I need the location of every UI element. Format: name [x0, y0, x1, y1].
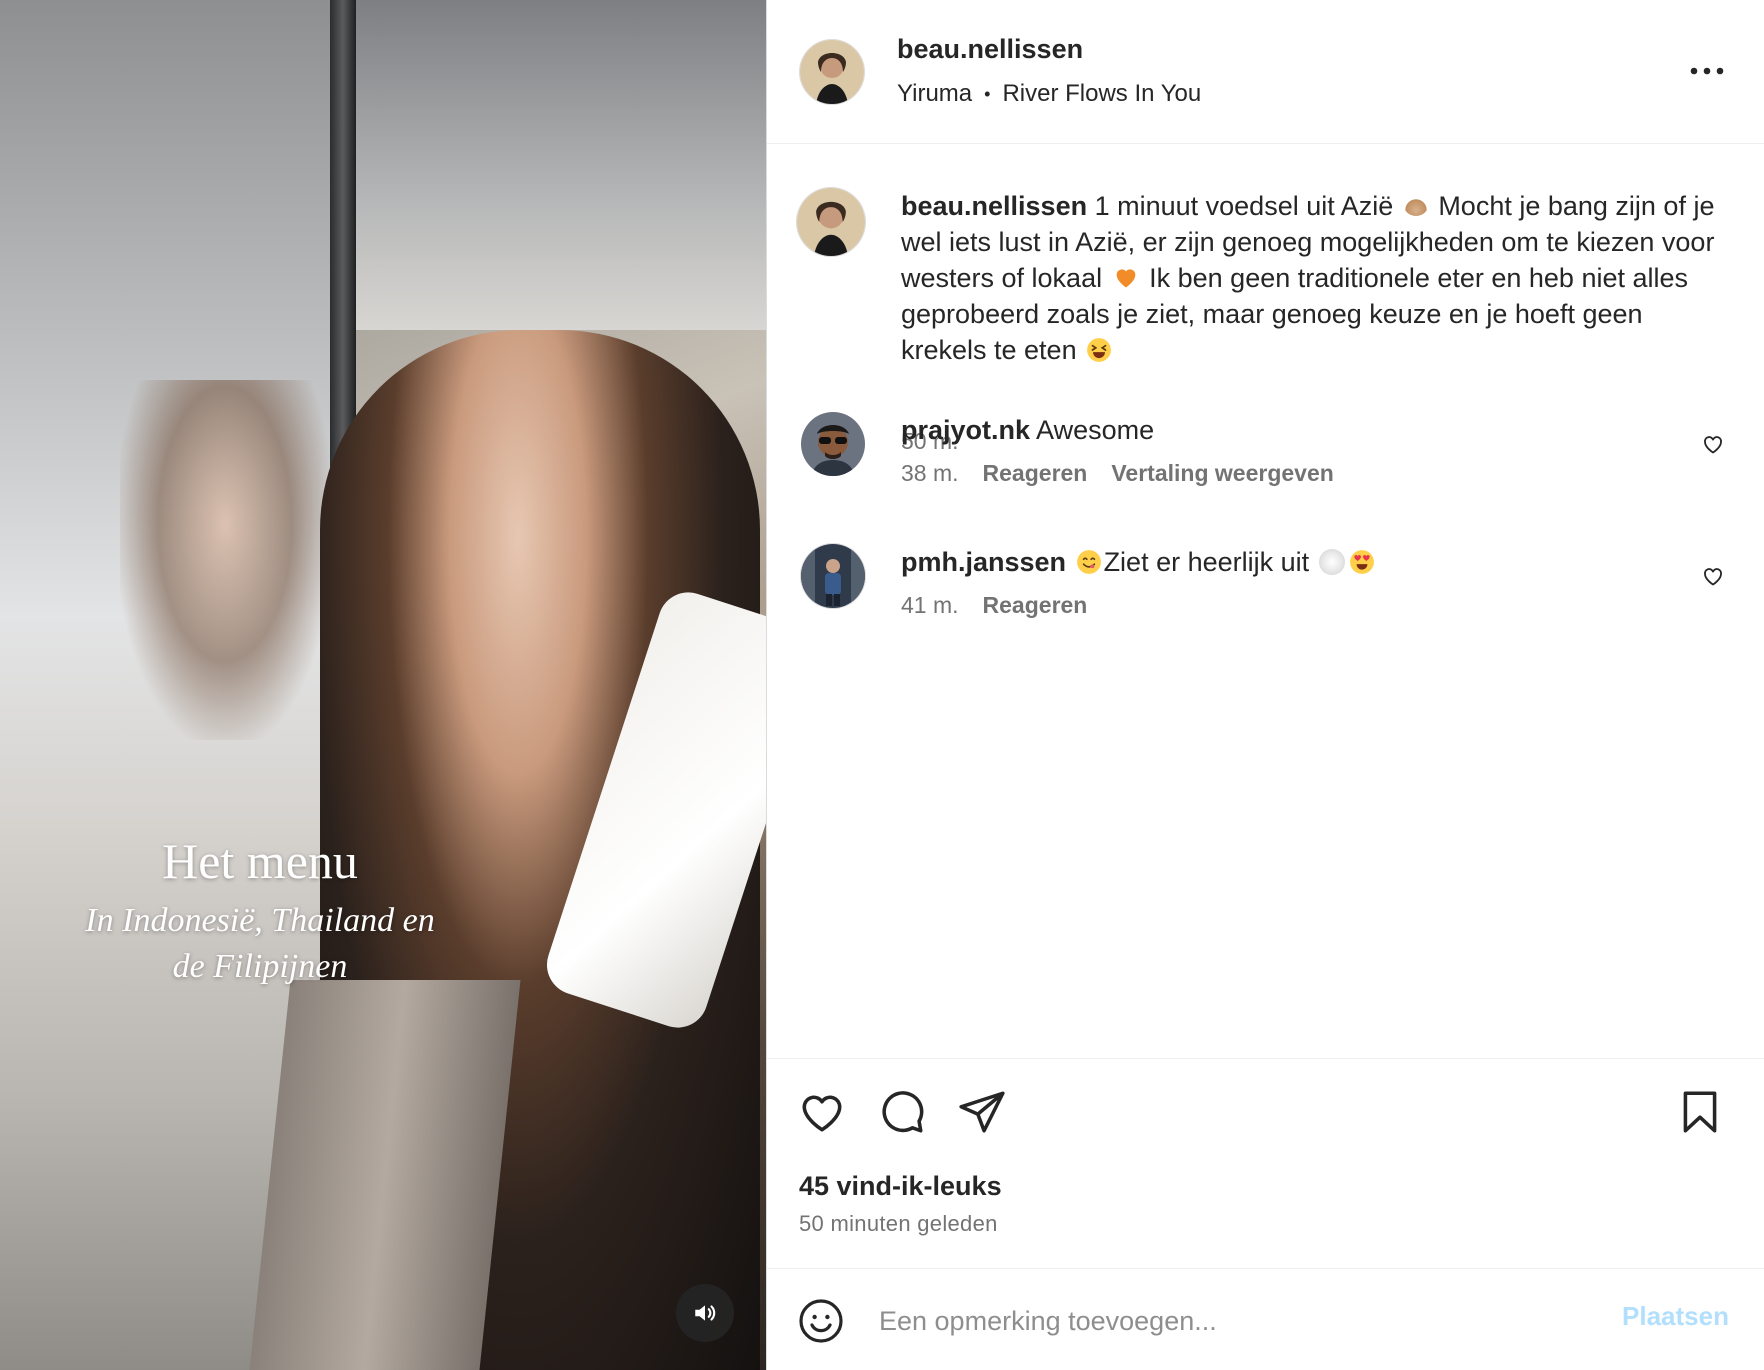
- comment-username[interactable]: pmh.janssen: [901, 547, 1066, 577]
- video-overlay-subtitle-line2: de Filipijnen: [172, 948, 348, 985]
- commenter-avatar-image: [801, 412, 865, 476]
- like-count[interactable]: 45 vind-ik-leuks: [799, 1171, 1002, 1202]
- window-reflection: [120, 380, 330, 740]
- comment-like-heart-icon[interactable]: [1701, 564, 1725, 588]
- show-translation-button[interactable]: Vertaling weergeven: [1111, 460, 1333, 487]
- author-username[interactable]: beau.nellissen: [897, 34, 1083, 65]
- caption-part-1: 1 minuut voedsel uit Azië: [1094, 191, 1394, 221]
- caption-author-avatar[interactable]: [797, 188, 865, 256]
- comment-text: prajyot.nk Awesome: [901, 412, 1154, 448]
- comment-body: Ziet er heerlijk uit: [1103, 547, 1310, 577]
- comment-item: pmh.janssen Ziet er heerlijk uit 41 m. R…: [797, 544, 1737, 644]
- yum-emoji-icon: [1076, 550, 1101, 574]
- comment-meta: 38 m. Reageren Vertaling weergeven: [901, 460, 1334, 487]
- video-overlay-subtitle: In Indonesië, Thailand en de Filipijnen: [40, 898, 480, 990]
- mute-toggle-button[interactable]: [676, 1284, 734, 1342]
- comments-list[interactable]: beau.nellissen 1 minuut voedsel uit Azië…: [767, 144, 1764, 1058]
- comment-body: Awesome: [1036, 415, 1155, 445]
- audio-separator: •: [984, 83, 991, 104]
- video-overlay-subtitle-line1: In Indonesië, Thailand en: [85, 902, 435, 939]
- post-actions: 45 vind-ik-leuks 50 minuten geleden: [767, 1058, 1764, 1268]
- post-modal: Het menu In Indonesië, Thailand en de Fi…: [0, 0, 1764, 1370]
- audio-artist[interactable]: Yiruma: [897, 80, 972, 108]
- audio-info[interactable]: Yiruma • River Flows In You: [897, 80, 1201, 108]
- orange-heart-emoji-icon: [1116, 269, 1135, 288]
- author-avatar[interactable]: [800, 40, 864, 104]
- comment-item: prajyot.nk Awesome 38 m. Reageren Vertal…: [797, 412, 1737, 512]
- train-ceiling: [356, 0, 766, 330]
- comment-time[interactable]: 41 m.: [901, 592, 959, 619]
- bookmark-icon[interactable]: [1675, 1087, 1725, 1137]
- author-avatar-image: [800, 40, 864, 104]
- more-options-button[interactable]: [1685, 56, 1729, 86]
- comment-like-heart-icon[interactable]: [1701, 432, 1725, 456]
- commenter-avatar[interactable]: [801, 544, 865, 608]
- post-video[interactable]: Het menu In Indonesië, Thailand en de Fi…: [0, 0, 766, 1370]
- comment-meta: 41 m. Reageren: [901, 592, 1087, 619]
- post-header: beau.nellissen Yiruma • River Flows In Y…: [767, 0, 1764, 144]
- more-horizontal-icon: [1690, 67, 1724, 75]
- commenter-avatar-image: [801, 544, 865, 608]
- caption-text: beau.nellissen 1 minuut voedsel uit Azië…: [901, 188, 1731, 368]
- comment-time[interactable]: 38 m.: [901, 460, 959, 487]
- commenter-avatar[interactable]: [801, 412, 865, 476]
- comment-username[interactable]: prajyot.nk: [901, 415, 1030, 445]
- caption-avatar-image: [797, 188, 865, 256]
- audio-track[interactable]: River Flows In You: [1002, 80, 1201, 108]
- comment-bubble-icon[interactable]: [877, 1087, 927, 1137]
- heart-eyes-emoji-icon: [1349, 550, 1374, 574]
- add-comment-bar: Plaatsen: [767, 1268, 1764, 1370]
- post-side-panel: beau.nellissen Yiruma • River Flows In Y…: [766, 0, 1764, 1370]
- comment-input[interactable]: [877, 1295, 1581, 1347]
- comment-text: pmh.janssen Ziet er heerlijk uit: [901, 544, 1377, 580]
- laughing-emoji-icon: [1087, 338, 1112, 362]
- post-time[interactable]: 50 minuten geleden: [799, 1211, 998, 1237]
- post-comment-button[interactable]: Plaatsen: [1622, 1301, 1729, 1332]
- caption-username[interactable]: beau.nellissen: [901, 191, 1087, 221]
- plate-cutlery-emoji-icon: [1318, 549, 1345, 575]
- speaker-on-icon: [695, 1305, 716, 1321]
- reply-button[interactable]: Reageren: [983, 592, 1088, 619]
- paper-plane-icon[interactable]: [957, 1087, 1007, 1137]
- reply-button[interactable]: Reageren: [983, 460, 1088, 487]
- noodle-bowl-emoji-icon: [1402, 196, 1429, 216]
- smiley-icon[interactable]: [797, 1297, 845, 1345]
- video-overlay-title: Het menu: [162, 833, 358, 889]
- window-sill: [249, 980, 521, 1370]
- heart-icon[interactable]: [797, 1087, 847, 1137]
